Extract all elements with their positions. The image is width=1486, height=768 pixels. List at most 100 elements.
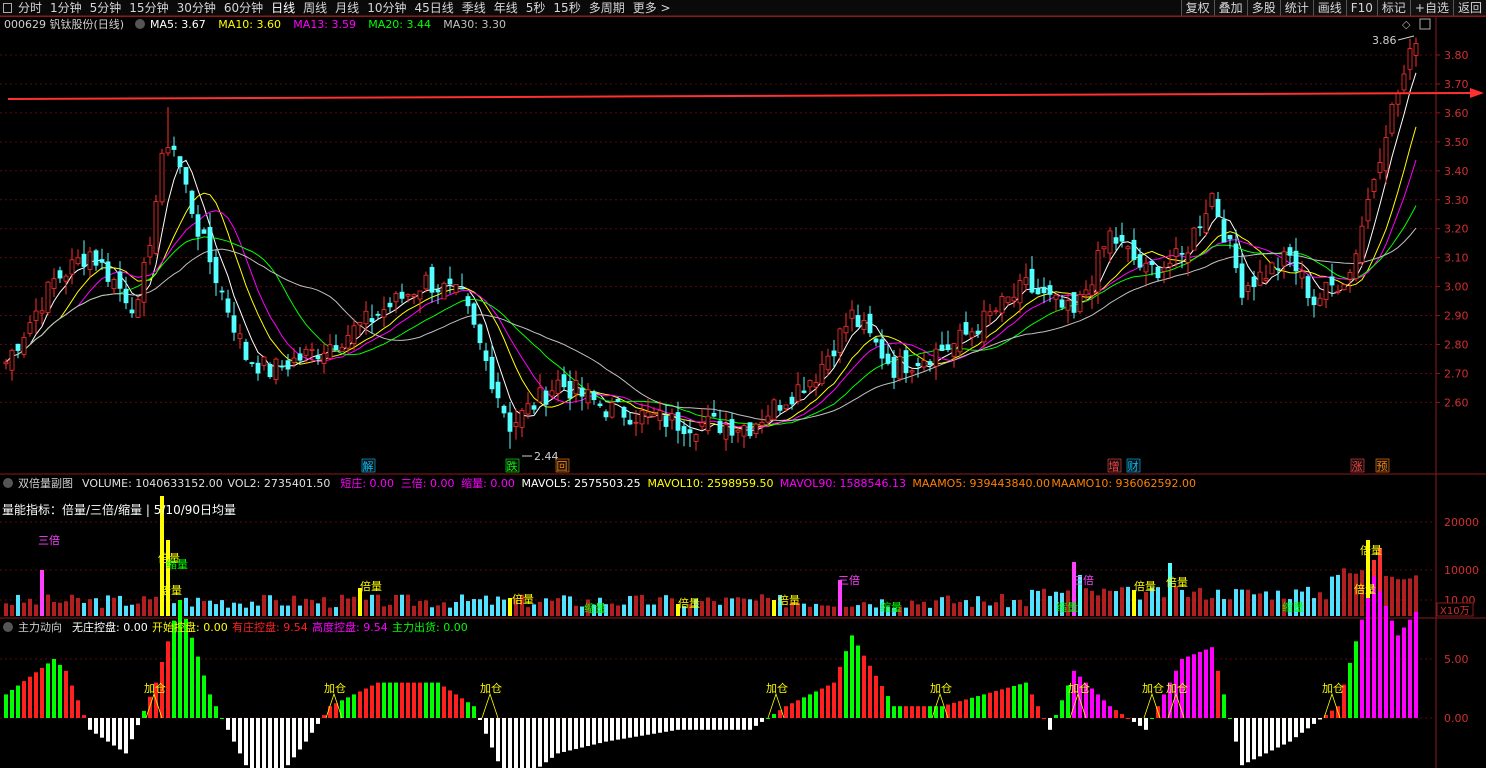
mainforce-bar [1162, 694, 1166, 718]
event-marker-6: 预 [1377, 460, 1388, 473]
mainforce-bar [352, 694, 356, 718]
volume-legend-9: MAAMO10: 936062592.00 [1051, 477, 1196, 490]
volume-bar [220, 600, 224, 616]
candle-body [771, 399, 777, 421]
volume-bar [532, 604, 536, 616]
mainforce-bar [1228, 718, 1232, 719]
candle-body [903, 350, 909, 374]
candle-body [567, 380, 573, 399]
mainforce-bar [874, 675, 878, 718]
mainforce-bar [520, 718, 524, 768]
volume-bar [418, 601, 422, 616]
volume-bar [244, 607, 248, 616]
volume-bar [112, 597, 116, 616]
volume-tag: 缩量 [1282, 601, 1304, 614]
volume-bar [766, 597, 770, 616]
volume-bar [1126, 586, 1130, 616]
candle-body [1221, 219, 1227, 243]
candle-body [741, 425, 747, 437]
mainforce-bar [1330, 710, 1334, 718]
candle-body [735, 429, 741, 433]
volume-bar [1414, 575, 1418, 616]
mainforce-bar [304, 718, 308, 742]
candle-body [621, 406, 627, 418]
candle-body [123, 288, 129, 304]
kline-chart-area[interactable]: 3.80 3.70 3.60 3.50 3.40 3.30 3.20 3.10 3.00 2.90… [0, 0, 1486, 768]
mainforce-settings-icon[interactable] [3, 622, 13, 632]
volume-bar [40, 570, 44, 616]
ma-legend-3: MA20: 3.44 [368, 18, 431, 31]
volume-bar [754, 600, 758, 616]
volume-tag: 倍量 [1360, 543, 1382, 557]
mainforce-bar [1138, 718, 1142, 726]
volume-bar [1132, 590, 1136, 616]
mainforce-bar [592, 718, 596, 745]
candle-body [213, 257, 219, 284]
volume-settings-icon[interactable] [3, 478, 13, 488]
mainforce-bar [532, 718, 536, 768]
candle-body [939, 344, 945, 351]
candle-body [657, 410, 663, 422]
mainforce-bar [196, 656, 200, 718]
ma-settings-icon[interactable] [135, 19, 145, 29]
candle-body [1041, 286, 1047, 294]
mainforce-bar [658, 718, 662, 733]
mainforce-bar [934, 706, 938, 718]
candle-body [1299, 271, 1305, 279]
volume-bar [868, 604, 872, 616]
trend-line[interactable] [7, 92, 1471, 100]
mainforce-bar [508, 718, 512, 768]
candle-body [879, 339, 885, 359]
volume-bar [982, 601, 986, 616]
candle-body [1413, 43, 1419, 56]
mainforce-bar [1216, 670, 1220, 718]
volume-bar [10, 604, 14, 616]
mainforce-bar [790, 703, 794, 718]
volume-bar [334, 607, 338, 616]
mainforce-bar [1396, 635, 1400, 718]
volume-bar [280, 605, 284, 616]
volume-bar [658, 597, 662, 616]
volume-unit: X10万 [1440, 606, 1470, 617]
volume-bar [1204, 599, 1208, 616]
stock-title: 000629 钒钛股份(日线) [4, 17, 124, 31]
candle-body [405, 294, 411, 297]
volume-bar [1306, 586, 1310, 616]
candle-body [669, 413, 675, 421]
diamond-icon[interactable]: ◇ [1402, 18, 1411, 31]
mainforce-bar [526, 718, 530, 768]
window-icon[interactable] [1419, 18, 1431, 30]
add-position-label: 加仓 [324, 681, 346, 695]
candle-body [1011, 296, 1017, 302]
mainforce-bar [1144, 718, 1148, 730]
volume-bar [1090, 590, 1094, 616]
price-axis-label: 2.60 [1444, 396, 1469, 409]
candle-body [267, 363, 273, 378]
event-marker-4: 财 [1128, 459, 1139, 473]
high-pointer [1397, 35, 1415, 41]
candle-body [1347, 272, 1353, 280]
volume-bar [856, 605, 860, 616]
mainforce-bar [580, 718, 584, 748]
volume-bar [436, 605, 440, 616]
candle-body [1185, 252, 1191, 263]
volume-bar [1258, 593, 1262, 616]
candle-body [111, 279, 117, 290]
candle-body [1287, 247, 1293, 256]
candle-body [855, 315, 861, 328]
volume-bar [664, 595, 668, 616]
mainforce-bar [250, 718, 254, 768]
mainforce-bar [862, 655, 866, 718]
mainforce-bar [1348, 662, 1352, 718]
mainforce-bar [514, 718, 518, 768]
volume-bar [226, 607, 230, 616]
candle-body [597, 403, 603, 407]
add-position-label: 加仓 [1068, 681, 1090, 695]
mainforce-bar [292, 718, 296, 758]
volume-legend-1: VOL2: 2735401.50 [228, 477, 331, 490]
mainforce-bar [1390, 620, 1394, 718]
candle-body [453, 284, 459, 294]
candle-body [441, 282, 447, 300]
candle-body [423, 274, 429, 290]
volume-bar [1234, 589, 1238, 616]
